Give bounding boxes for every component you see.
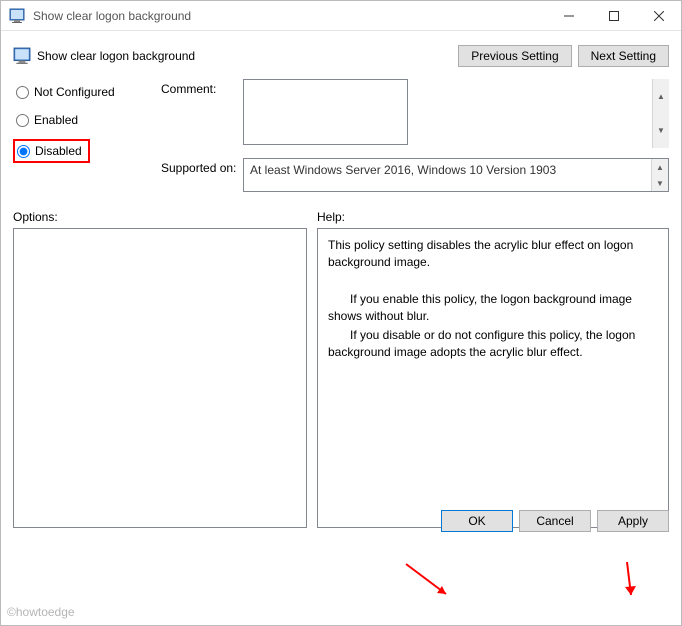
arrow-ok-icon — [401, 559, 461, 604]
app-icon — [9, 8, 25, 24]
apply-button[interactable]: Apply — [597, 510, 669, 532]
help-p2: If you enable this policy, the logon bac… — [328, 291, 658, 325]
window-controls — [546, 1, 681, 31]
supported-on-text: At least Windows Server 2016, Windows 10… — [250, 163, 556, 177]
radio-disabled[interactable]: Disabled — [13, 139, 90, 163]
cancel-button[interactable]: Cancel — [519, 510, 591, 532]
radio-disabled-input[interactable] — [17, 145, 30, 158]
radio-not-configured-input[interactable] — [16, 86, 29, 99]
radio-enabled-label: Enabled — [34, 113, 78, 127]
policy-name: Show clear logon background — [37, 49, 195, 63]
help-label: Help: — [317, 210, 669, 224]
previous-setting-button[interactable]: Previous Setting — [458, 45, 571, 67]
policy-header: Show clear logon background — [13, 47, 195, 65]
radio-disabled-label: Disabled — [35, 144, 82, 158]
options-panel — [13, 228, 307, 528]
comment-spin-up[interactable]: ▲ — [653, 79, 669, 114]
supported-spin-up[interactable]: ▲ — [652, 159, 668, 175]
help-panel: This policy setting disables the acrylic… — [317, 228, 669, 528]
window-title: Show clear logon background — [33, 9, 546, 23]
watermark: ©howtoedge — [7, 605, 75, 619]
radio-enabled[interactable]: Enabled — [13, 111, 153, 129]
options-label: Options: — [13, 210, 307, 224]
help-p1: This policy setting disables the acrylic… — [328, 237, 658, 271]
maximize-button[interactable] — [591, 1, 636, 31]
minimize-button[interactable] — [546, 1, 591, 31]
state-radio-group: Not Configured Enabled Disabled — [13, 83, 153, 163]
comment-label: Comment: — [161, 79, 243, 148]
comment-spin-down[interactable]: ▼ — [653, 114, 669, 149]
ok-button[interactable]: OK — [441, 510, 513, 532]
supported-label: Supported on: — [161, 158, 243, 192]
help-p3: If you disable or do not configure this … — [328, 327, 658, 361]
titlebar: Show clear logon background — [1, 1, 681, 31]
radio-not-configured[interactable]: Not Configured — [13, 83, 153, 101]
supported-spinner: ▲ ▼ — [651, 159, 668, 191]
policy-icon — [13, 47, 31, 65]
arrow-apply-icon — [605, 557, 650, 607]
comment-spinner: ▲ ▼ — [652, 79, 669, 148]
radio-enabled-input[interactable] — [16, 114, 29, 127]
close-button[interactable] — [636, 1, 681, 31]
supported-on-value: At least Windows Server 2016, Windows 10… — [243, 158, 669, 192]
radio-not-configured-label: Not Configured — [34, 85, 115, 99]
comment-input[interactable] — [243, 79, 408, 145]
supported-spin-down[interactable]: ▼ — [652, 175, 668, 191]
next-setting-button[interactable]: Next Setting — [578, 45, 669, 67]
